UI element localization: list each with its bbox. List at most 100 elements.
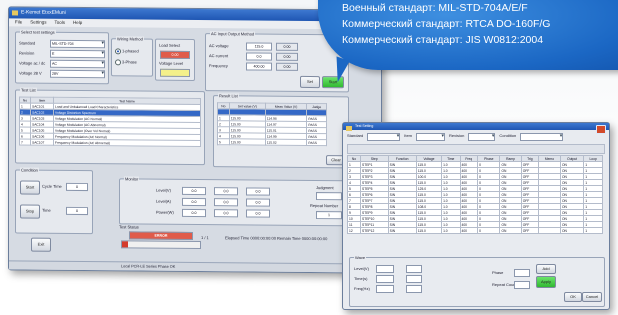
ac-io-group-title: AC Input Output Method <box>210 31 256 37</box>
apply-button[interactable]: Apply <box>536 276 556 288</box>
step-table-row[interactable]: 12 STEP12 SIN 115.0 1.0 400 0 ON OFF ON 1 <box>346 227 603 234</box>
sub-condition-select[interactable] <box>520 133 564 141</box>
test-cell-name: Frequency Modulation (AC Abnormal) <box>53 139 201 147</box>
wave-group-title: Wave <box>354 255 367 260</box>
ac-voltage-readout: 0.00 <box>276 42 298 51</box>
test-status-label: Test Status <box>119 224 139 230</box>
main-window: E-Kemet EtxxEMuni File Settings Tools He… <box>8 6 382 274</box>
test-list-group: Test List No Item Test Name 1 SAC101 Load … <box>15 87 205 166</box>
menu-settings[interactable]: Settings <box>30 19 46 27</box>
result-cell-c1: 5 <box>217 138 230 145</box>
page-indicator: 1 / 1 <box>201 235 209 241</box>
wave-time-label: Time(s) <box>354 276 368 281</box>
setup-group: Select test settings Standard MIL-STD-70… <box>15 29 109 85</box>
ac-current-label: AC current <box>209 53 229 59</box>
callout-line-rtca: Коммерческий стандарт: RTCA DO-160F/G <box>342 18 551 30</box>
radio-1-phase[interactable] <box>115 48 121 55</box>
radio-3-phase[interactable] <box>115 59 121 66</box>
add-button[interactable]: Add <box>536 264 556 274</box>
wave-freq-field[interactable] <box>376 285 394 293</box>
monitor-row1-v2: 0.0 <box>214 187 238 196</box>
step-cell: 0 <box>477 227 501 234</box>
test-cell-no: 7 <box>19 138 31 146</box>
exit-button[interactable]: Exit <box>31 237 51 252</box>
menu-help[interactable]: Help <box>73 19 82 27</box>
repeat-count-field[interactable] <box>514 281 530 289</box>
load-select-value[interactable]: 0.00 <box>160 50 190 59</box>
monitor-row3-v3: 0.0 <box>246 209 270 218</box>
sub-toolbar-revision: Revision <box>449 133 465 138</box>
callout-line-military: Военный стандарт: MIL-STD-704A/E/F <box>342 2 528 14</box>
wave-phase-field[interactable] <box>514 269 530 277</box>
standard-select[interactable]: MIL-STD-704 <box>50 39 105 49</box>
voltage-type-label: Voltage ac / dc <box>19 60 46 66</box>
step-cell: STEP12 <box>360 227 389 234</box>
wave-group: Wave Level(V) Time(s) Freq(Hz) Phase Rep… <box>349 255 605 307</box>
cancel-button[interactable]: Cancel <box>582 292 602 302</box>
time-field[interactable]: 0 <box>66 206 88 216</box>
result-list-row[interactable]: 5 115.00 115.02 PASS <box>217 138 327 146</box>
result-cell-c3: 115.02 <box>265 139 307 146</box>
radio-1-phase-label: 1-phased <box>122 48 139 54</box>
condition-group: Condition Start Cycle Time 0 Stop Time 0 <box>15 167 93 235</box>
sub-toolbar-condition: Condition <box>499 133 517 138</box>
ac-current-field[interactable]: 0.0 <box>246 52 272 61</box>
judgment-label: Judgment <box>316 185 334 191</box>
sub-app-icon <box>346 126 352 131</box>
frequency-field[interactable]: 400.00 <box>246 62 272 71</box>
monitor-row1-v3: 0.0 <box>246 187 270 196</box>
test-list-row[interactable]: 7 SAC107 Frequency Modulation (AC Abnormal… <box>19 138 201 147</box>
voltage-level-select[interactable]: 28V <box>50 69 105 79</box>
step-cell: 1 <box>583 227 603 234</box>
ac-current-readout: 0.00 <box>276 52 298 61</box>
monitor-row2-label: Level(A) <box>156 198 171 204</box>
monitor-row1-v1: 0.0 <box>182 186 206 196</box>
wiring-group-title: Wiring Method <box>116 36 144 42</box>
result-cell-c4: PASS <box>306 139 327 146</box>
wave-f2-field[interactable] <box>406 285 422 293</box>
sub-revision-select[interactable] <box>468 133 496 141</box>
step-cell: 115.0 <box>415 227 443 234</box>
callout-line-jis: Коммерческий стандарт: JIS W0812:2004 <box>342 34 544 46</box>
standard-label: Standard <box>19 40 36 46</box>
wave-time-field[interactable] <box>376 275 394 283</box>
menu-file[interactable]: File <box>15 18 22 26</box>
result-cell-c2: 115.00 <box>229 138 266 146</box>
status-bar: Local PCR-LE Series Phase OK <box>9 260 381 273</box>
sub-standard-select[interactable] <box>367 133 401 141</box>
radio-3-phase-label: 3-Phase <box>122 59 137 65</box>
monitor-row3-label: Power(W) <box>156 209 174 215</box>
test-list-table: No Item Test Name 1 SAC101 Load and Unbala… <box>19 96 201 148</box>
wave-freq-label: Freq(Hz) <box>354 286 370 291</box>
menu-tools[interactable]: Tools <box>55 19 66 27</box>
wave-level-field[interactable] <box>376 265 394 273</box>
step-cell: 1.0 <box>441 227 461 234</box>
sub-item-select[interactable] <box>416 133 446 141</box>
voltage-level-label2: Voltage Level <box>159 60 184 66</box>
cycle-time-field[interactable]: 0 <box>66 182 88 192</box>
ac-voltage-label: AC voltage <box>209 43 229 49</box>
revision-select[interactable]: E <box>50 49 105 59</box>
ok-button[interactable]: OK <box>564 292 582 302</box>
cond-start-button[interactable]: Start <box>20 180 40 195</box>
wave-v2-field[interactable] <box>406 265 422 273</box>
voltage-level-value[interactable] <box>160 68 190 77</box>
ac-voltage-field[interactable]: 115.0 <box>246 42 272 51</box>
repeat-count-label: Repeat Count <box>492 282 517 287</box>
repeat-number-label: Repeat Number <box>310 203 339 209</box>
test-progress-fill <box>122 241 129 248</box>
test-status-value: ERROR <box>129 231 193 240</box>
wave-phase-label: Phase <box>492 270 504 275</box>
voltage-type-select[interactable]: AC <box>50 59 105 69</box>
set-button[interactable]: Set <box>300 75 320 89</box>
wave-t2-field[interactable] <box>406 275 422 283</box>
step-cell: OFF <box>520 227 540 234</box>
sub-toolbar: Standard Item Revision Condition <box>347 133 603 141</box>
cond-stop-button[interactable]: Stop <box>20 204 40 219</box>
monitor-row2-v2: 0.0 <box>214 198 238 207</box>
wave-level-label: Level(V) <box>354 266 369 271</box>
repeat-number-field[interactable]: 1 <box>316 211 342 220</box>
monitor-group-title: Monitor <box>124 176 140 182</box>
step-cell: SIN <box>387 227 417 234</box>
monitor-row1-label: Level(V) <box>156 187 171 193</box>
